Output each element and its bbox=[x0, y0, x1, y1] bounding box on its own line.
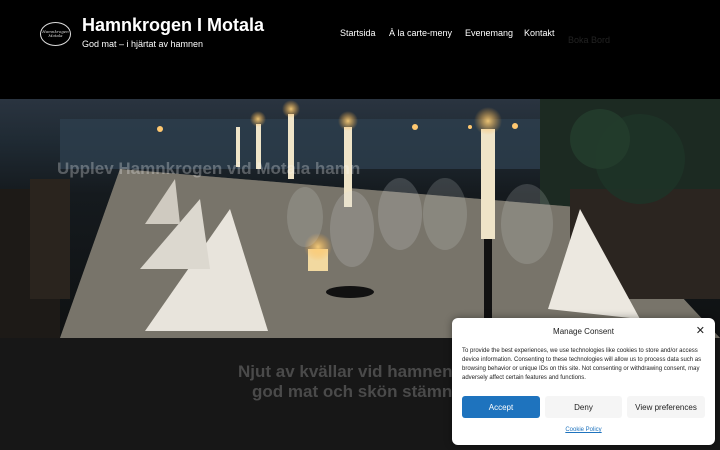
nav-item-kontakt[interactable]: Kontakt bbox=[524, 28, 555, 38]
hero-image: Upplev Hamnkrogen vid Motala hamn bbox=[0, 99, 720, 338]
hero-heading: Upplev Hamnkrogen vid Motala hamn bbox=[57, 159, 361, 178]
deny-button[interactable]: Deny bbox=[545, 396, 622, 418]
consent-body-text: To provide the best experiences, we use … bbox=[462, 348, 702, 381]
view-preferences-button[interactable]: View preferences bbox=[627, 396, 705, 418]
nav-item-boka-bord[interactable]: Boka Bord bbox=[568, 35, 610, 45]
nav-item-evenemang[interactable]: Evenemang bbox=[465, 28, 513, 38]
accept-button[interactable]: Accept bbox=[462, 396, 540, 418]
site-header: Hamnkrogen Motala Hamnkrogen I Motala Go… bbox=[0, 0, 720, 99]
site-title[interactable]: Hamnkrogen I Motala bbox=[82, 15, 264, 36]
intro-heading-line2: god mat och skön stämning bbox=[252, 382, 478, 401]
close-icon[interactable]: ✕ bbox=[696, 324, 705, 337]
cookie-consent-dialog: Manage Consent ✕ To provide the best exp… bbox=[452, 318, 715, 445]
hero-photo-illustration bbox=[0, 99, 720, 338]
site-tagline: God mat – i hjärtat av hamnen bbox=[82, 39, 204, 49]
cookie-policy-link[interactable]: Cookie Policy bbox=[452, 427, 715, 433]
nav-item-startsida[interactable]: Startsida bbox=[340, 28, 376, 38]
logo-text: Hamnkrogen Motala bbox=[42, 29, 69, 38]
site-logo[interactable]: Hamnkrogen Motala bbox=[40, 22, 71, 46]
nav-item-ala-carte[interactable]: À la carte-meny bbox=[389, 28, 452, 38]
consent-title: Manage Consent bbox=[553, 327, 614, 336]
